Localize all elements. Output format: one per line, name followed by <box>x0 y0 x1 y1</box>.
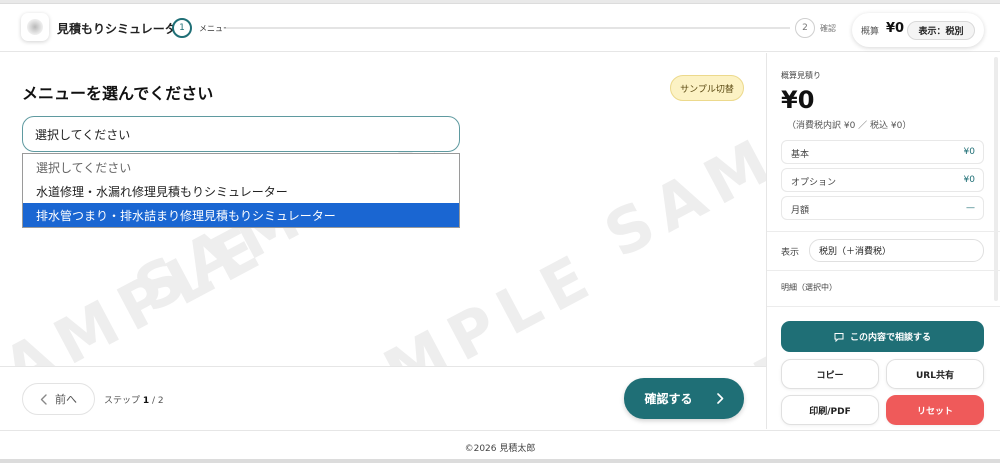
chat-icon <box>834 332 844 342</box>
sidebar-tax-note: （消費税内訳 ¥0 ／ 税込 ¥0） <box>787 121 912 131</box>
divider <box>767 270 1000 271</box>
breakdown-row: 月額 — <box>781 196 984 220</box>
estimate-sidebar: 概算見積り ¥0 （消費税内訳 ¥0 ／ 税込 ¥0） 基本 ¥0 オプション … <box>766 53 1000 429</box>
sample-toggle-button[interactable]: サンプル切替 <box>670 75 744 101</box>
prev-button-label: 前へ <box>55 393 77 406</box>
dropdown-option-water-repair[interactable]: 水道修理・水漏れ修理見積もりシミュレーター <box>23 179 459 203</box>
breakdown-row: オプション ¥0 <box>781 168 984 192</box>
reset-button[interactable]: リセット <box>886 395 984 425</box>
step-counter-total: 2 <box>157 396 164 406</box>
share-url-button[interactable]: URL共有 <box>886 359 984 389</box>
dropdown-option-drain-clog[interactable]: 排水管つまり・排水詰まり修理見積もりシミュレーター <box>23 203 459 227</box>
breakdown-key: 基本 <box>791 150 810 160</box>
step-progress-line <box>226 27 790 29</box>
step-2-label: 確認 <box>820 24 836 33</box>
detail-label: 明細（選択中） <box>781 283 837 292</box>
menu-select[interactable]: 選択してください <box>22 116 460 152</box>
breakdown-value: ¥0 <box>963 147 975 157</box>
main-content: SAMPLE SAMPLE SAMPLE SAMPLE SAMPLE メニューを… <box>0 53 766 366</box>
sidebar-total: ¥0 <box>781 86 815 114</box>
divider <box>767 306 1000 307</box>
step-counter: ステップ 1 / 2 <box>104 393 164 406</box>
estimate-summary-pill: 概算 ¥0 表示：税別 <box>852 13 984 47</box>
watermark: SAMPLE <box>0 207 279 366</box>
estimate-label: 概算 <box>861 27 880 37</box>
estimate-amount: ¥0 <box>886 21 905 36</box>
tax-display-toggle[interactable]: 表示：税別 <box>907 21 975 40</box>
menu-select-dropdown: 選択してください 水道修理・水漏れ修理見積もりシミュレーター 排水管つまり・排水… <box>22 153 460 228</box>
display-mode-select[interactable]: 税別（＋消費税） <box>809 239 984 262</box>
app-header: 見積もりシミュレーター 1 メニュー 2 確認 概算 ¥0 表示：税別 <box>0 4 1000 52</box>
breakdown-row: 基本 ¥0 <box>781 140 984 164</box>
print-pdf-button[interactable]: 印刷/PDF <box>781 395 879 425</box>
breakdown-key: 月額 <box>791 206 810 216</box>
menu-select-value: 選択してください <box>35 127 131 142</box>
breakdown-value: ¥0 <box>963 175 975 185</box>
app-logo <box>21 13 49 41</box>
consult-button-label: この内容で相談する <box>849 333 931 343</box>
step-2-indicator: 2 <box>795 18 815 38</box>
sidebar-scrollbar[interactable] <box>994 57 998 301</box>
app-title: 見積もりシミュレーター <box>57 22 189 36</box>
step-navigation-bar: 前へ ステップ 1 / 2 確認する <box>0 366 766 429</box>
sidebar-label: 概算見積り <box>781 71 821 80</box>
chevron-left-icon <box>40 393 47 405</box>
dropdown-option-placeholder[interactable]: 選択してください <box>23 155 459 179</box>
confirm-button[interactable]: 確認する <box>624 378 744 419</box>
watermark: SAMPLE <box>272 237 609 366</box>
consult-button[interactable]: この内容で相談する <box>781 321 984 352</box>
copy-button[interactable]: コピー <box>781 359 879 389</box>
breakdown-key: オプション <box>791 178 837 188</box>
window-bottom-edge <box>0 459 1000 463</box>
step-1-indicator: 1 <box>172 18 192 38</box>
step-counter-prefix: ステップ <box>104 396 141 406</box>
confirm-button-label: 確認する <box>644 392 693 406</box>
breakdown-value: — <box>966 203 975 213</box>
page-title: メニューを選んでください <box>22 84 214 103</box>
step-counter-sep: / <box>149 396 158 406</box>
display-mode-label: 表示 <box>781 248 800 258</box>
chevron-right-icon <box>716 393 723 404</box>
watermark: SAMPLE <box>642 247 766 366</box>
prev-button[interactable]: 前へ <box>22 383 95 415</box>
divider <box>767 231 1000 232</box>
copyright-text: ©2026 見積太郎 <box>464 443 536 454</box>
